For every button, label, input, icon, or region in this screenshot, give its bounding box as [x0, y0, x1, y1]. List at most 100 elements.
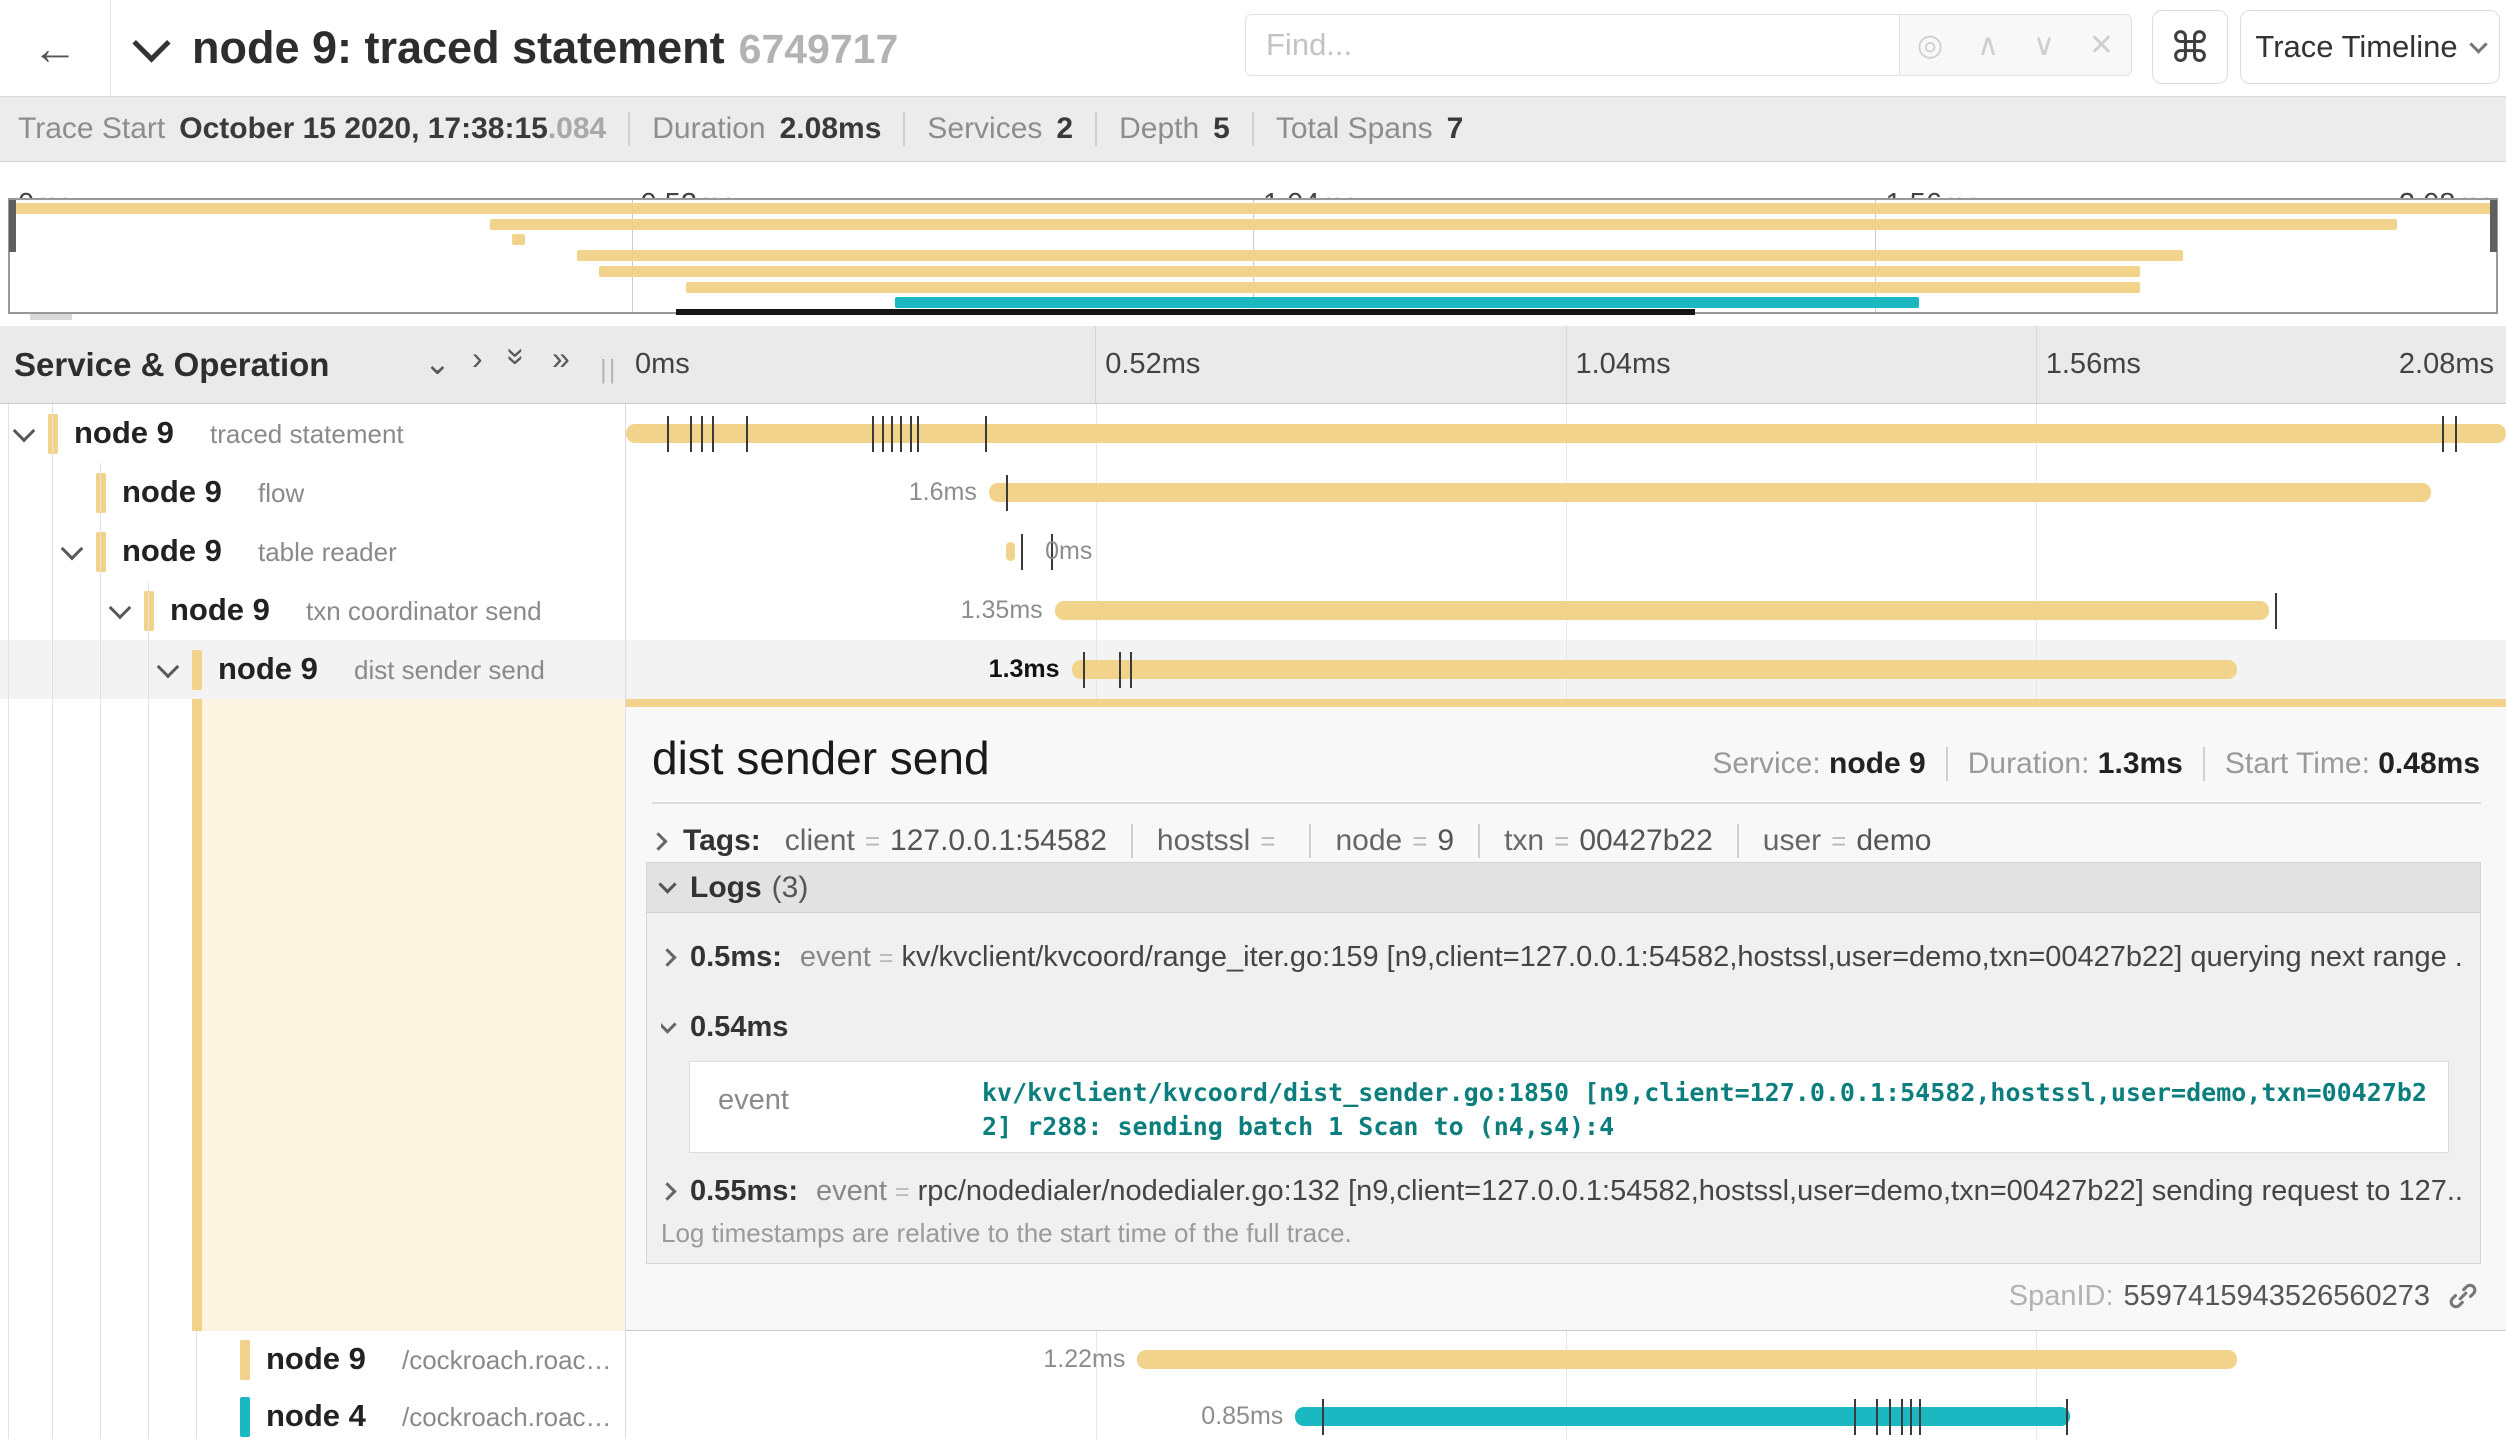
log-entry-2-header[interactable]: 0.54ms [661, 1011, 2461, 1044]
expand-one-icon[interactable]: › [472, 340, 483, 377]
tag-item[interactable]: node=9 [1309, 824, 1454, 858]
span-row-cockroach-roachpb-l[interactable]: node 9/cockroach.roachpb.l...1.22ms [0, 1331, 2506, 1388]
span-rows: node 9traced statementnode 9flow1.6msnod… [0, 404, 2506, 699]
back-button[interactable]: ← [0, 0, 111, 96]
span-row-dist-sender-send[interactable]: node 9dist sender send1.3ms [0, 640, 2506, 699]
divider [652, 802, 2481, 804]
span-row-label[interactable]: node 9txn coordinator send [0, 581, 625, 640]
minimap-right-scrubber[interactable] [2490, 200, 2497, 252]
log-marker-tick [667, 416, 669, 452]
span-timeline-cell[interactable]: 1.3ms [625, 640, 2506, 699]
span-timeline-cell[interactable]: 1.22ms [625, 1331, 2506, 1388]
service-name: node 9 [266, 1341, 366, 1377]
span-timeline-cell[interactable]: 1.35ms [625, 581, 2506, 640]
keyboard-shortcuts-button[interactable]: ⌘ [2152, 10, 2228, 84]
log-marker-tick [1083, 652, 1085, 688]
log-timestamp: 0.55ms: [690, 1175, 798, 1208]
expand-all-icon[interactable]: » [552, 340, 570, 377]
logs-header[interactable]: Logs (3) [647, 863, 2480, 913]
tree-chevron-icon[interactable] [61, 537, 84, 560]
log-marker-tick [701, 416, 703, 452]
span-bar[interactable] [1006, 542, 1015, 561]
collapse-all-icon[interactable]: » [498, 348, 535, 366]
span-row-label[interactable]: node 9flow [0, 463, 625, 522]
column-resize-handle[interactable]: || [600, 354, 618, 385]
span-row-label[interactable]: node 9 table reader [0, 522, 625, 581]
log-marker-tick [917, 416, 919, 452]
tree-chevron-icon[interactable] [157, 655, 180, 678]
span-timeline-cell[interactable]: 1.6ms [625, 463, 2506, 522]
tag-item[interactable]: client=127.0.0.1:54582 [785, 824, 1107, 858]
grid-line [2036, 326, 2037, 403]
next-match-icon[interactable]: ∨ [2033, 28, 2055, 63]
log-marker-tick [900, 416, 902, 452]
service-name: node 9 [122, 533, 222, 569]
tag-item[interactable]: hostssl= [1131, 824, 1286, 858]
span-detail-panel: dist sender send Service: node 9Duration… [625, 699, 2506, 1331]
span-row-table-reader[interactable]: node 9 table reader 0ms [0, 522, 2506, 581]
span-row-label[interactable]: node 9traced statement [0, 404, 625, 463]
span-timeline-cell[interactable] [625, 404, 2506, 463]
log-entry-1[interactable]: 0.5ms: event = kv/kvclient/kvcoord/range… [661, 941, 2461, 974]
operation-name: dist sender send [354, 655, 545, 686]
tick-label: 0ms [635, 348, 690, 381]
operation-name: /cockroach.roachpb.l... [402, 1402, 617, 1433]
span-row-label[interactable]: node 4/cockroach.roachpb.l... [0, 1388, 625, 1439]
span-bar[interactable] [1072, 660, 2238, 679]
minimap-left-scrubber[interactable] [9, 200, 16, 252]
log-marker-tick [1910, 1399, 1912, 1435]
operation-name: table reader [258, 537, 397, 568]
service-name: node 9 [122, 474, 222, 510]
deep-link-icon[interactable] [2446, 1279, 2480, 1313]
prev-match-icon[interactable]: ∧ [1977, 28, 1999, 63]
tree-chevron-icon[interactable] [13, 419, 36, 442]
grid-line [1566, 326, 1567, 403]
span-timeline-cell[interactable]: 0.85ms [625, 1388, 2506, 1439]
tag-item[interactable]: txn=00427b22 [1478, 824, 1713, 858]
grid-line [1096, 1388, 1097, 1439]
log-marker-tick [1901, 1399, 1903, 1435]
span-bar[interactable] [1055, 601, 2269, 620]
detail-meta-item: Service: node 9 [1712, 747, 1925, 781]
minimap-canvas[interactable] [8, 198, 2498, 314]
operation-name: traced statement [210, 419, 404, 450]
log-event-detail: event kv/kvclient/kvcoord/dist_sender.go… [689, 1061, 2449, 1153]
log-marker-tick [1889, 1399, 1891, 1435]
span-bar[interactable] [989, 483, 2431, 502]
log-expander-icon [661, 948, 677, 966]
span-id-label: SpanID: [2009, 1280, 2114, 1313]
span-timeline-cell[interactable]: 0ms [625, 522, 2506, 581]
summary-item: Trace StartOctober 15 2020, 17:38:15.084 [18, 112, 606, 146]
span-bar[interactable] [626, 424, 2506, 443]
span-row-label[interactable]: node 9dist sender send [0, 640, 625, 699]
tags-expander-icon[interactable] [649, 832, 667, 850]
logs-expander-icon [658, 875, 676, 893]
span-row-traced-statement[interactable]: node 9traced statement [0, 404, 2506, 463]
tags-row[interactable]: Tags: client=127.0.0.1:54582hostssl=node… [652, 817, 2481, 865]
locate-icon[interactable]: ◎ [1917, 28, 1943, 63]
log-marker-tick [891, 416, 893, 452]
span-row-cockroach-roachpb-l[interactable]: node 4/cockroach.roachpb.l...0.85ms [0, 1388, 2506, 1439]
minimap-scrubber-grip[interactable] [30, 314, 72, 320]
span-bar[interactable] [1137, 1350, 2237, 1369]
log-marker-tick [1130, 652, 1132, 688]
span-bar[interactable] [1295, 1407, 2070, 1426]
span-row-txn-coordinator-send[interactable]: node 9txn coordinator send1.35ms [0, 581, 2506, 640]
log-expander-icon [661, 1015, 677, 1033]
span-id-row: SpanID: 5597415943526560273 [2009, 1279, 2480, 1313]
minimap-span-bar [686, 282, 2140, 293]
grid-line [2036, 522, 2037, 581]
collapse-one-icon[interactable]: ⌄ [424, 344, 451, 382]
tag-item[interactable]: user=demo [1737, 824, 1932, 858]
clear-search-icon[interactable]: ✕ [2089, 28, 2114, 63]
summary-item: Depth5 [1095, 112, 1230, 146]
view-selector-button[interactable]: Trace Timeline [2240, 10, 2500, 84]
trace-collapse-chevron-icon[interactable] [132, 24, 170, 62]
span-row-label[interactable]: node 9/cockroach.roachpb.l... [0, 1331, 625, 1388]
tree-chevron-icon[interactable] [109, 596, 132, 619]
find-input[interactable] [1245, 14, 1900, 76]
log-entry-3[interactable]: 0.55ms: event = rpc/nodedialer/nodediale… [661, 1175, 2461, 1208]
span-row-flow[interactable]: node 9flow1.6ms [0, 463, 2506, 522]
trace-id: 6749717 [739, 26, 899, 72]
tick-label: 1.56ms [2046, 348, 2141, 381]
